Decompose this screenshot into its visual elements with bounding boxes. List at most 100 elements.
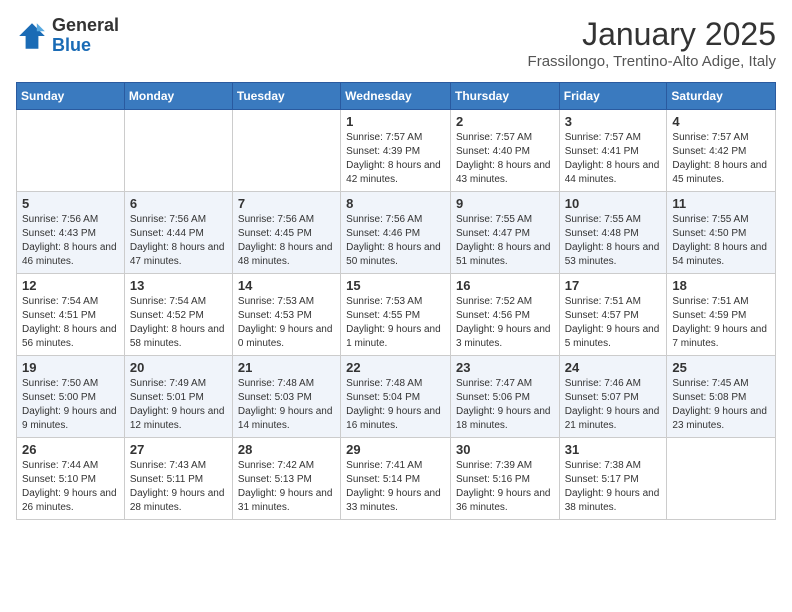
header-day-thursday: Thursday bbox=[450, 83, 559, 110]
day-info: Sunrise: 7:56 AM Sunset: 4:44 PM Dayligh… bbox=[130, 213, 227, 269]
calendar-cell: 20Sunrise: 7:49 AM Sunset: 5:01 PM Dayli… bbox=[124, 356, 232, 438]
calendar-cell bbox=[17, 110, 125, 192]
day-number: 14 bbox=[238, 278, 335, 293]
day-number: 28 bbox=[238, 442, 335, 457]
header-day-sunday: Sunday bbox=[17, 83, 125, 110]
calendar-cell bbox=[232, 110, 340, 192]
calendar-cell: 12 Sunrise: 7:54 AM Sunset: 4:51 PM Dayli… bbox=[17, 274, 125, 356]
calendar-cell: 11Sunrise: 7:55 AM Sunset: 4:50 PM Dayli… bbox=[667, 192, 776, 274]
logo-icon bbox=[16, 20, 48, 52]
calendar-cell: 3Sunrise: 7:57 AM Sunset: 4:41 PM Daylig… bbox=[559, 110, 667, 192]
day-number: 3 bbox=[565, 114, 662, 129]
day-info: Sunrise: 7:38 AM Sunset: 5:17 PM Dayligh… bbox=[565, 459, 662, 515]
calendar-cell: 25 Sunrise: 7:45 AM Sunset: 5:08 PM Dayli… bbox=[667, 356, 776, 438]
day-number: 13 bbox=[130, 278, 227, 293]
day-number: 8 bbox=[346, 196, 445, 211]
day-info: Sunrise: 7:56 AM Sunset: 4:45 PM Dayligh… bbox=[238, 213, 335, 269]
day-info: Sunrise: 7:54 AM Sunset: 4:51 PM Dayligh… bbox=[22, 295, 119, 351]
day-info: Sunrise: 7:41 AM Sunset: 5:14 PM Dayligh… bbox=[346, 459, 445, 515]
day-number: 5 bbox=[22, 196, 119, 211]
day-number: 10 bbox=[565, 196, 662, 211]
calendar-cell: 8 Sunrise: 7:56 AM Sunset: 4:46 PM Daylig… bbox=[341, 192, 451, 274]
day-number: 27 bbox=[130, 442, 227, 457]
day-info: Sunrise: 7:55 AM Sunset: 4:47 PM Dayligh… bbox=[456, 213, 554, 269]
calendar-week-5: 26 Sunrise: 7:44 AM Sunset: 5:10 PM Dayli… bbox=[17, 438, 776, 520]
day-info: Sunrise: 7:45 AM Sunset: 5:08 PM Dayligh… bbox=[672, 377, 770, 433]
calendar-cell: 10Sunrise: 7:55 AM Sunset: 4:48 PM Dayli… bbox=[559, 192, 667, 274]
day-number: 23 bbox=[456, 360, 554, 375]
day-info: Sunrise: 7:57 AM Sunset: 4:42 PM Dayligh… bbox=[672, 131, 770, 187]
calendar-header: SundayMondayTuesdayWednesdayThursdayFrid… bbox=[17, 83, 776, 110]
header-day-saturday: Saturday bbox=[667, 83, 776, 110]
calendar-cell: 15Sunrise: 7:53 AM Sunset: 4:55 PM Dayli… bbox=[341, 274, 451, 356]
day-info: Sunrise: 7:50 AM Sunset: 5:00 PM Dayligh… bbox=[22, 377, 119, 433]
calendar-cell: 1 Sunrise: 7:57 AM Sunset: 4:39 PM Daylig… bbox=[341, 110, 451, 192]
day-number: 4 bbox=[672, 114, 770, 129]
day-number: 21 bbox=[238, 360, 335, 375]
page-header: General Blue January 2025 Frassilongo, T… bbox=[16, 16, 776, 70]
day-number: 18 bbox=[672, 278, 770, 293]
day-info: Sunrise: 7:53 AM Sunset: 4:53 PM Dayligh… bbox=[238, 295, 335, 351]
calendar-cell: 16 Sunrise: 7:52 AM Sunset: 4:56 PM Dayli… bbox=[450, 274, 559, 356]
day-number: 19 bbox=[22, 360, 119, 375]
day-info: Sunrise: 7:57 AM Sunset: 4:40 PM Dayligh… bbox=[456, 131, 554, 187]
calendar-week-1: 1 Sunrise: 7:57 AM Sunset: 4:39 PM Daylig… bbox=[17, 110, 776, 192]
header-day-tuesday: Tuesday bbox=[232, 83, 340, 110]
calendar-cell: 27 Sunrise: 7:43 AM Sunset: 5:11 PM Dayli… bbox=[124, 438, 232, 520]
header-day-monday: Monday bbox=[124, 83, 232, 110]
day-info: Sunrise: 7:55 AM Sunset: 4:50 PM Dayligh… bbox=[672, 213, 770, 269]
calendar-cell: 29 Sunrise: 7:41 AM Sunset: 5:14 PM Dayli… bbox=[341, 438, 451, 520]
calendar-cell: 9 Sunrise: 7:55 AM Sunset: 4:47 PM Daylig… bbox=[450, 192, 559, 274]
day-number: 17 bbox=[565, 278, 662, 293]
calendar-title: January 2025 bbox=[528, 16, 776, 53]
calendar-cell: 21 Sunrise: 7:48 AM Sunset: 5:03 PM Dayli… bbox=[232, 356, 340, 438]
calendar-cell: 18Sunrise: 7:51 AM Sunset: 4:59 PM Dayli… bbox=[667, 274, 776, 356]
day-number: 20 bbox=[130, 360, 227, 375]
day-info: Sunrise: 7:39 AM Sunset: 5:16 PM Dayligh… bbox=[456, 459, 554, 515]
calendar-cell: 31 Sunrise: 7:38 AM Sunset: 5:17 PM Dayli… bbox=[559, 438, 667, 520]
day-info: Sunrise: 7:56 AM Sunset: 4:46 PM Dayligh… bbox=[346, 213, 445, 269]
calendar-cell: 7Sunrise: 7:56 AM Sunset: 4:45 PM Daylig… bbox=[232, 192, 340, 274]
day-number: 9 bbox=[456, 196, 554, 211]
day-number: 25 bbox=[672, 360, 770, 375]
day-number: 24 bbox=[565, 360, 662, 375]
calendar-body: 1 Sunrise: 7:57 AM Sunset: 4:39 PM Daylig… bbox=[17, 110, 776, 520]
calendar-week-4: 19 Sunrise: 7:50 AM Sunset: 5:00 PM Dayli… bbox=[17, 356, 776, 438]
day-number: 16 bbox=[456, 278, 554, 293]
day-info: Sunrise: 7:57 AM Sunset: 4:39 PM Dayligh… bbox=[346, 131, 445, 187]
day-number: 31 bbox=[565, 442, 662, 457]
calendar-table: SundayMondayTuesdayWednesdayThursdayFrid… bbox=[16, 82, 776, 520]
calendar-cell bbox=[667, 438, 776, 520]
day-number: 15 bbox=[346, 278, 445, 293]
day-number: 22 bbox=[346, 360, 445, 375]
calendar-cell bbox=[124, 110, 232, 192]
header-day-wednesday: Wednesday bbox=[341, 83, 451, 110]
day-info: Sunrise: 7:52 AM Sunset: 4:56 PM Dayligh… bbox=[456, 295, 554, 351]
calendar-cell: 22 Sunrise: 7:48 AM Sunset: 5:04 PM Dayli… bbox=[341, 356, 451, 438]
calendar-cell: 2Sunrise: 7:57 AM Sunset: 4:40 PM Daylig… bbox=[450, 110, 559, 192]
header-row: SundayMondayTuesdayWednesdayThursdayFrid… bbox=[17, 83, 776, 110]
title-section: January 2025 Frassilongo, Trentino-Alto … bbox=[528, 16, 776, 70]
day-number: 12 bbox=[22, 278, 119, 293]
day-info: Sunrise: 7:42 AM Sunset: 5:13 PM Dayligh… bbox=[238, 459, 335, 515]
day-info: Sunrise: 7:51 AM Sunset: 4:57 PM Dayligh… bbox=[565, 295, 662, 351]
calendar-week-2: 5Sunrise: 7:56 AM Sunset: 4:43 PM Daylig… bbox=[17, 192, 776, 274]
logo-general-text: General bbox=[52, 15, 119, 35]
calendar-cell: 6 Sunrise: 7:56 AM Sunset: 4:44 PM Daylig… bbox=[124, 192, 232, 274]
day-number: 30 bbox=[456, 442, 554, 457]
day-number: 1 bbox=[346, 114, 445, 129]
day-info: Sunrise: 7:48 AM Sunset: 5:04 PM Dayligh… bbox=[346, 377, 445, 433]
calendar-cell: 5Sunrise: 7:56 AM Sunset: 4:43 PM Daylig… bbox=[17, 192, 125, 274]
day-info: Sunrise: 7:48 AM Sunset: 5:03 PM Dayligh… bbox=[238, 377, 335, 433]
day-info: Sunrise: 7:43 AM Sunset: 5:11 PM Dayligh… bbox=[130, 459, 227, 515]
day-info: Sunrise: 7:44 AM Sunset: 5:10 PM Dayligh… bbox=[22, 459, 119, 515]
day-number: 6 bbox=[130, 196, 227, 211]
calendar-cell: 17 Sunrise: 7:51 AM Sunset: 4:57 PM Dayli… bbox=[559, 274, 667, 356]
calendar-cell: 30 Sunrise: 7:39 AM Sunset: 5:16 PM Dayli… bbox=[450, 438, 559, 520]
day-number: 26 bbox=[22, 442, 119, 457]
calendar-cell: 23Sunrise: 7:47 AM Sunset: 5:06 PM Dayli… bbox=[450, 356, 559, 438]
day-number: 29 bbox=[346, 442, 445, 457]
calendar-cell: 26 Sunrise: 7:44 AM Sunset: 5:10 PM Dayli… bbox=[17, 438, 125, 520]
logo: General Blue bbox=[16, 16, 119, 56]
calendar-cell: 4 Sunrise: 7:57 AM Sunset: 4:42 PM Daylig… bbox=[667, 110, 776, 192]
